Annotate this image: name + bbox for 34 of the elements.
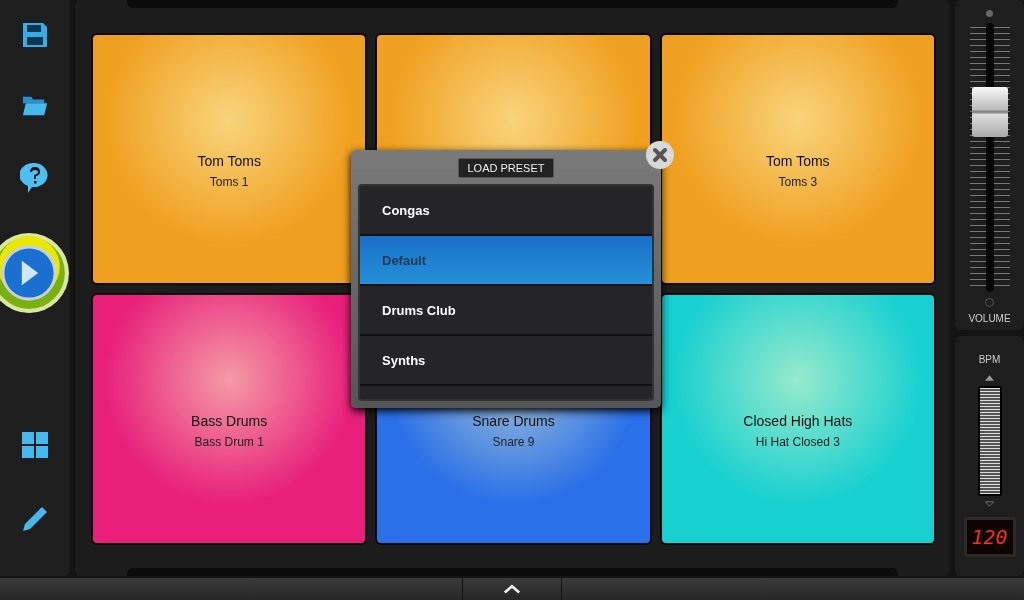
help-icon[interactable] xyxy=(20,162,50,194)
chevron-up-icon xyxy=(503,584,521,594)
pencil-icon[interactable] xyxy=(22,506,48,532)
expand-button[interactable] xyxy=(462,578,562,600)
pad-sound: Toms 3 xyxy=(778,175,818,189)
pad-name: Closed High Hats xyxy=(743,413,853,429)
dialog-title: LOAD PRESET xyxy=(458,158,554,178)
bpm-label: BPM xyxy=(978,354,1001,365)
close-icon[interactable] xyxy=(645,140,675,170)
play-button[interactable] xyxy=(0,232,70,314)
up-arrow-icon[interactable] xyxy=(985,375,994,381)
drum-pad[interactable]: Tom Toms Toms 1 xyxy=(93,35,366,283)
down-arrow-icon[interactable] xyxy=(985,501,994,507)
volume-label: VOLUME xyxy=(968,313,1011,324)
pad-name: Tom Toms xyxy=(197,153,261,169)
preset-item[interactable]: Synths xyxy=(360,336,652,386)
grid-icon[interactable] xyxy=(22,432,48,458)
drum-pad[interactable]: Bass Drums Bass Drum 1 xyxy=(93,295,366,543)
drum-pad[interactable]: Closed High Hats Hi Hat Closed 3 xyxy=(661,295,934,543)
drum-pad[interactable]: Tom Toms Toms 3 xyxy=(661,35,934,283)
pad-sound: Bass Drum 1 xyxy=(194,435,264,449)
save-icon[interactable] xyxy=(22,22,48,48)
indicator-dot xyxy=(986,10,993,17)
pad-sound: Toms 1 xyxy=(209,175,249,189)
slider-thumb[interactable] xyxy=(971,86,1008,137)
pad-name: Bass Drums xyxy=(191,413,268,429)
volume-slider[interactable] xyxy=(969,23,1010,292)
pad-sound: Hi Hat Closed 3 xyxy=(755,435,840,449)
pad-name: Snare Drums xyxy=(472,413,555,429)
pad-sound: Snare 9 xyxy=(492,435,535,449)
preset-item[interactable]: Drums Club xyxy=(360,286,652,336)
bpm-display: 120 xyxy=(963,517,1016,557)
bpm-wheel[interactable] xyxy=(977,386,1002,496)
pad-name: Tom Toms xyxy=(766,153,830,169)
